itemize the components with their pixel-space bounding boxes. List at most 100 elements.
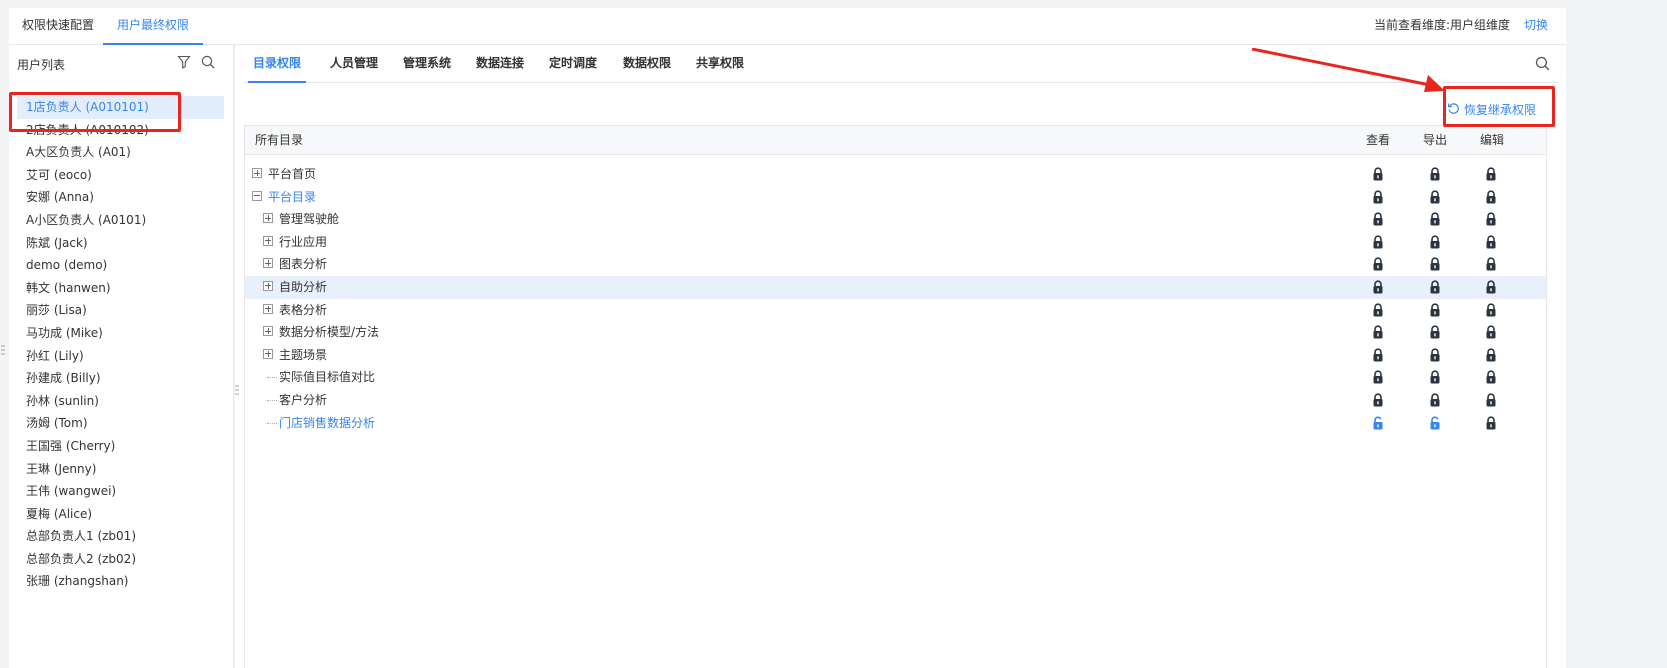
user-list-item[interactable]: 夏梅 (Alice) bbox=[9, 503, 234, 526]
user-list-item[interactable]: 韩文 (hanwen) bbox=[9, 277, 234, 300]
left-splitter-handle[interactable] bbox=[1, 345, 5, 355]
lock-icon[interactable] bbox=[1429, 167, 1441, 181]
lock-icon[interactable] bbox=[1372, 393, 1384, 407]
user-list-item[interactable]: 总部负责人2 (zb02) bbox=[9, 548, 234, 571]
lock-icon[interactable] bbox=[1429, 393, 1441, 407]
main-search-icon[interactable] bbox=[1535, 56, 1550, 74]
tree-row-label[interactable]: 表格分析 bbox=[279, 299, 327, 322]
lock-icon[interactable] bbox=[1372, 167, 1384, 181]
user-list-item[interactable]: 丽莎 (Lisa) bbox=[9, 299, 234, 322]
filter-icon[interactable] bbox=[177, 55, 191, 69]
tree-row-label[interactable]: 主题场景 bbox=[279, 344, 327, 367]
lock-icon[interactable] bbox=[1485, 167, 1497, 181]
user-list-item[interactable]: 安娜 (Anna) bbox=[9, 186, 234, 209]
expand-icon[interactable] bbox=[263, 348, 273, 359]
lock-icon[interactable] bbox=[1485, 212, 1497, 226]
lock-icon[interactable] bbox=[1372, 212, 1384, 226]
unlock-icon[interactable] bbox=[1372, 416, 1384, 430]
user-list-item[interactable]: 陈斌 (Jack) bbox=[9, 232, 234, 255]
tree-row[interactable]: 平台目录 bbox=[245, 186, 1546, 209]
lock-icon[interactable] bbox=[1429, 303, 1441, 317]
tree-row-label[interactable]: 管理驾驶舱 bbox=[279, 208, 339, 231]
lock-icon[interactable] bbox=[1429, 325, 1441, 339]
search-icon[interactable] bbox=[201, 55, 215, 69]
expand-icon[interactable] bbox=[252, 168, 262, 178]
expand-icon[interactable] bbox=[263, 213, 273, 224]
tab-1[interactable]: 目录权限 bbox=[248, 45, 307, 83]
tree-row-label[interactable]: 图表分析 bbox=[279, 253, 327, 276]
lock-icon[interactable] bbox=[1372, 303, 1384, 317]
tree-row[interactable]: 平台首页 bbox=[245, 163, 1546, 186]
user-list-item[interactable]: demo (demo) bbox=[9, 254, 234, 277]
expand-icon[interactable] bbox=[263, 326, 273, 337]
lock-icon[interactable] bbox=[1429, 280, 1441, 294]
tree-row[interactable]: 主题场景 bbox=[245, 344, 1546, 367]
user-list-item[interactable]: 王伟 (wangwei) bbox=[9, 480, 234, 503]
user-list-item[interactable]: 汤姆 (Tom) bbox=[9, 412, 234, 435]
tree-row[interactable]: 数据分析模型/方法 bbox=[245, 321, 1546, 344]
lock-icon[interactable] bbox=[1485, 257, 1497, 271]
tree-row-label[interactable]: 客户分析 bbox=[279, 389, 327, 412]
user-list-item[interactable]: 孙建成 (Billy) bbox=[9, 367, 234, 390]
tree-row[interactable]: 管理驾驶舱 bbox=[245, 208, 1546, 231]
tree-row-label[interactable]: 自助分析 bbox=[279, 276, 327, 299]
user-list-item[interactable]: 艾可 (eoco) bbox=[9, 164, 234, 187]
tree-row[interactable]: 行业应用 bbox=[245, 231, 1546, 254]
user-list-item[interactable]: 王国强 (Cherry) bbox=[9, 435, 234, 458]
tree-row-label[interactable]: 平台首页 bbox=[268, 163, 316, 186]
lock-icon[interactable] bbox=[1485, 393, 1497, 407]
user-list-item[interactable]: A小区负责人 (A0101) bbox=[9, 209, 234, 232]
lock-icon[interactable] bbox=[1485, 190, 1497, 204]
lock-icon[interactable] bbox=[1485, 348, 1497, 362]
switch-dimension-link[interactable]: 切换 bbox=[1524, 8, 1548, 43]
tab-6[interactable]: 数据权限 bbox=[623, 45, 671, 83]
lock-icon[interactable] bbox=[1429, 348, 1441, 362]
lock-icon[interactable] bbox=[1485, 416, 1497, 430]
tab-2[interactable]: 人员管理 bbox=[330, 45, 378, 83]
expand-icon[interactable] bbox=[263, 235, 273, 246]
expand-icon[interactable] bbox=[263, 258, 273, 269]
tree-row[interactable]: 门店销售数据分析 bbox=[245, 412, 1546, 435]
user-list-item[interactable]: 孙林 (sunlin) bbox=[9, 390, 234, 413]
lock-icon[interactable] bbox=[1485, 303, 1497, 317]
user-list-item[interactable]: 王琳 (Jenny) bbox=[9, 458, 234, 481]
user-list-item[interactable]: A大区负责人 (A01) bbox=[9, 141, 234, 164]
tab-4[interactable]: 数据连接 bbox=[476, 45, 524, 83]
lock-icon[interactable] bbox=[1485, 280, 1497, 294]
lock-icon[interactable] bbox=[1372, 257, 1384, 271]
tree-row-label[interactable]: 数据分析模型/方法 bbox=[279, 321, 379, 344]
tab-user-final-permission[interactable]: 用户最终权限 bbox=[103, 8, 204, 45]
tab-5[interactable]: 定时调度 bbox=[549, 45, 597, 83]
tree-row-label[interactable]: 门店销售数据分析 bbox=[279, 412, 375, 435]
tree-row[interactable]: 自助分析 bbox=[245, 275, 1546, 299]
user-list-item[interactable]: 张珊 (zhangshan) bbox=[9, 570, 234, 593]
lock-icon[interactable] bbox=[1372, 325, 1384, 339]
tree-row-label[interactable]: 平台目录 bbox=[268, 186, 316, 209]
user-list-item[interactable]: 马功成 (Mike) bbox=[9, 322, 234, 345]
tab-3[interactable]: 管理系统 bbox=[403, 45, 451, 83]
lock-icon[interactable] bbox=[1372, 235, 1384, 249]
tree-row[interactable]: 表格分析 bbox=[245, 299, 1546, 322]
expand-icon[interactable] bbox=[263, 303, 273, 314]
tree-row[interactable]: 客户分析 bbox=[245, 389, 1546, 412]
lock-icon[interactable] bbox=[1485, 325, 1497, 339]
tree-row[interactable]: 实际值目标值对比 bbox=[245, 366, 1546, 389]
lock-icon[interactable] bbox=[1429, 190, 1441, 204]
tree-row[interactable]: 图表分析 bbox=[245, 253, 1546, 276]
tree-row-label[interactable]: 行业应用 bbox=[279, 231, 327, 254]
lock-icon[interactable] bbox=[1429, 370, 1441, 384]
middle-splitter-handle[interactable] bbox=[235, 385, 239, 395]
lock-icon[interactable] bbox=[1485, 235, 1497, 249]
user-list-item[interactable]: 孙红 (Lily) bbox=[9, 345, 234, 368]
tab-7[interactable]: 共享权限 bbox=[696, 45, 744, 83]
expand-icon[interactable] bbox=[263, 280, 273, 291]
lock-icon[interactable] bbox=[1372, 370, 1384, 384]
unlock-icon[interactable] bbox=[1429, 416, 1441, 430]
lock-icon[interactable] bbox=[1429, 257, 1441, 271]
tree-row-label[interactable]: 实际值目标值对比 bbox=[279, 366, 375, 389]
user-list-item[interactable]: 总部负责人1 (zb01) bbox=[9, 525, 234, 548]
tab-permission-quick-config[interactable]: 权限快速配置 bbox=[22, 8, 94, 45]
lock-icon[interactable] bbox=[1429, 235, 1441, 249]
lock-icon[interactable] bbox=[1485, 370, 1497, 384]
lock-icon[interactable] bbox=[1372, 348, 1384, 362]
